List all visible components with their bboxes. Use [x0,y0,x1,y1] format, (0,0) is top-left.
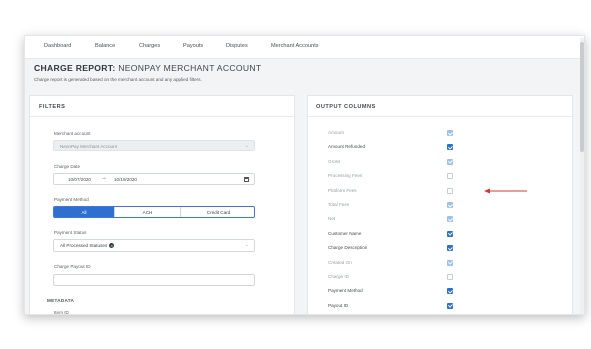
output-column-row: Gross [308,155,572,169]
output-column-label: Total Fees [328,202,350,207]
output-column-label: Processing Fees [328,173,363,179]
output-column-label: Amount Refunded [328,144,366,150]
output-column-checkbox[interactable] [447,130,453,136]
merchant-account-label: Merchant account [54,131,91,136]
page-title-rest: NEONPAY MERCHANT ACCOUNT [118,63,262,73]
output-columns-title: OUTPUT COLUMNS [316,104,376,110]
output-column-checkbox[interactable] [447,173,453,180]
metadata-section-label: METADATA [47,298,75,303]
output-column-label: Customer Name [328,230,362,236]
merchant-account-value: NeonPay Merchant Account [60,144,117,149]
page-scrollbar[interactable] [580,38,584,314]
payment-method-credit-card[interactable]: Credit Card [180,207,254,217]
output-column-label: Amount [328,130,344,135]
output-column-label: Payout ID [328,302,349,308]
clear-x-icon[interactable]: × [109,243,115,249]
output-column-label: Gross [328,158,341,164]
chevron-down-icon: ⌄ [244,143,249,149]
charge-date-label: Charge Date [54,164,81,169]
output-column-label: Net [328,216,336,222]
merchant-account-select: NeonPay Merchant Account ⌄ [53,140,255,151]
page-subtitle: Charge report is generated based on the … [34,77,202,82]
output-column-label: Platform Fees [328,187,357,193]
output-column-label: Charge ID [328,274,349,279]
page-title: CHARGE REPORT: NEONPAY MERCHANT ACCOUNT [34,63,261,73]
output-column-row: Charge ID [308,270,572,284]
output-column-label: Charge Description [328,245,368,251]
payment-method-all[interactable]: All [54,207,114,217]
output-column-checkbox[interactable] [447,274,453,280]
payment-method-ach[interactable]: ACH [114,207,180,217]
output-column-checkbox[interactable] [447,144,453,151]
filters-panel: FILTERS Merchant account NeonPay Merchan… [29,95,295,315]
output-column-checkbox[interactable] [447,202,453,208]
nav-payouts[interactable]: Payouts [183,43,203,49]
status-tag: All Processed Statuses × [60,243,115,249]
output-column-checkbox[interactable] [447,302,453,309]
output-column-row: Charge Description [308,241,572,255]
output-column-checkbox[interactable] [447,288,453,295]
payout-id-label: Charge Payout ID [54,264,91,269]
output-columns-header: OUTPUT COLUMNS [308,96,572,117]
nav-balance[interactable]: Balance [95,43,115,49]
output-column-row: Customer Name [308,227,572,241]
date-to[interactable]: 10/19/2020 [114,177,137,182]
output-column-checkbox[interactable] [447,245,453,252]
output-column-checkbox[interactable] [447,187,453,194]
output-column-checkbox[interactable] [447,158,453,165]
date-from[interactable]: 10/07/2020 [68,177,91,182]
nav-dashboard[interactable]: Dashboard [44,43,71,49]
filters-panel-header: FILTERS [30,96,294,117]
output-column-label: Payment Method [328,288,363,294]
output-column-row: Processing Fees [308,169,572,183]
output-column-checkbox[interactable] [447,216,453,223]
output-column-row: Total Fees [308,198,572,212]
annotation-arrow-icon [484,188,527,194]
output-column-row: Amount Refunded [308,140,572,154]
output-column-label: Created On [328,259,352,265]
chevron-down-icon[interactable]: ⌄ [245,242,249,248]
app-window: Dashboard Balance Charges Payouts Disput… [24,35,585,315]
output-columns-panel: OUTPUT COLUMNS Amount Amount Refunded Gros… [307,95,573,314]
payout-id-input[interactable] [53,274,255,286]
output-column-row: Net [308,212,572,226]
nav-disputes[interactable]: Disputes [226,43,248,49]
payment-method-toggle: All ACH Credit Card [53,206,255,218]
output-column-row: Amount [308,126,572,140]
item-id-label: Item ID [54,310,69,315]
output-column-checkbox[interactable] [447,230,453,237]
nav-charges[interactable]: Charges [139,43,160,49]
payment-method-label: Payment Method [54,197,89,202]
payment-status-select[interactable]: All Processed Statuses × ⌄ [53,239,255,252]
output-column-row: Payout ID [308,299,572,313]
output-column-row: Platform Fees [308,184,572,198]
top-navigation: Dashboard Balance Charges Payouts Disput… [25,36,584,59]
output-column-checkbox[interactable] [447,259,453,266]
arrow-right-icon: → [101,175,107,181]
output-column-row: Payment Method [308,284,572,298]
output-column-row: Created On [308,256,572,270]
scrollbar-thumb[interactable] [580,42,584,152]
nav-merchant-accounts[interactable]: Merchant Accounts [271,43,319,49]
payment-status-label: Payment Status [54,230,87,235]
status-tag-label: All Processed Statuses [60,243,108,248]
page-title-bold: CHARGE REPORT: [34,63,116,73]
filters-title: FILTERS [39,104,66,110]
calendar-icon[interactable] [244,177,249,182]
charge-date-range[interactable]: 10/07/2020 → 10/19/2020 [53,173,255,185]
